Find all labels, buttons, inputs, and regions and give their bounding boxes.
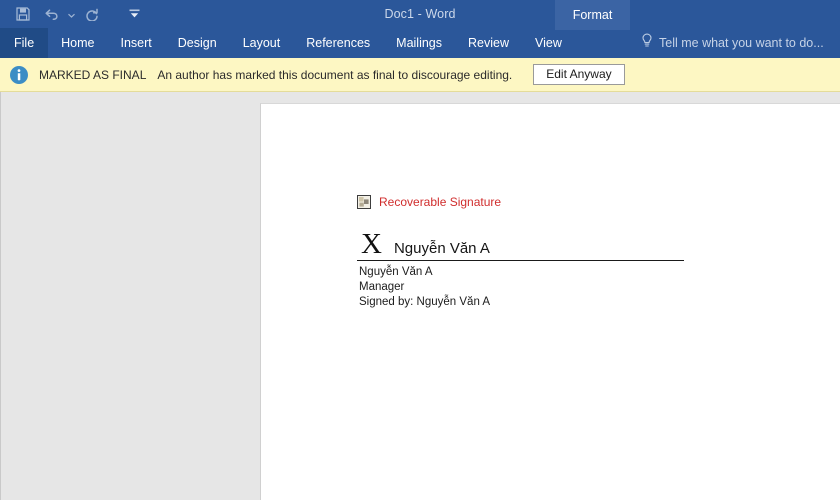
redo-icon	[85, 7, 100, 21]
undo-button[interactable]	[38, 2, 64, 26]
marked-as-final-title: MARKED AS FINAL	[39, 68, 146, 82]
signature-line: X Nguyễn Văn A	[357, 229, 684, 261]
signature-detail-title: Manager	[359, 280, 687, 295]
quick-access-toolbar	[10, 0, 147, 28]
redo-button[interactable]	[79, 2, 105, 26]
edit-anyway-button[interactable]: Edit Anyway	[533, 64, 624, 85]
document-page[interactable]: Recoverable Signature X Nguyễn Văn A Ngu…	[260, 103, 840, 500]
tell-me-placeholder: Tell me what you want to do...	[659, 36, 824, 50]
save-icon	[16, 7, 30, 21]
broken-image-icon	[357, 195, 371, 209]
tab-insert[interactable]: Insert	[108, 28, 165, 58]
undo-dropdown-button[interactable]	[66, 2, 77, 26]
tab-references[interactable]: References	[293, 28, 383, 58]
word-application-window: Doc1 - Word Picture Tools File Home Inse…	[0, 0, 840, 500]
tab-view[interactable]: View	[522, 28, 575, 58]
chevron-down-icon	[68, 5, 75, 23]
tab-layout[interactable]: Layout	[230, 28, 294, 58]
marked-as-final-message: An author has marked this document as fi…	[157, 68, 512, 82]
tab-mailings[interactable]: Mailings	[383, 28, 455, 58]
title-bar: Doc1 - Word	[0, 0, 840, 28]
signature-details: Nguyễn Văn A Manager Signed by: Nguyễn V…	[357, 265, 687, 310]
signature-detail-name: Nguyễn Văn A	[359, 265, 687, 280]
customize-quick-access-toolbar-button[interactable]	[121, 2, 147, 26]
save-button[interactable]	[10, 2, 36, 26]
marked-as-final-bar: MARKED AS FINAL An author has marked thi…	[0, 58, 840, 92]
lightbulb-icon	[641, 33, 653, 53]
ribbon-tabs: File Home Insert Design Layout Reference…	[0, 28, 575, 58]
customize-qat-icon	[128, 8, 141, 20]
recoverable-signature-label: Recoverable Signature	[379, 195, 501, 209]
tab-file[interactable]: File	[0, 28, 48, 58]
tab-review[interactable]: Review	[455, 28, 522, 58]
signature-signer-name: Nguyễn Văn A	[394, 239, 490, 259]
info-icon	[9, 65, 29, 85]
tab-format[interactable]: Format	[555, 0, 630, 30]
signature-detail-signed-by: Signed by: Nguyễn Văn A	[359, 295, 687, 310]
tab-design[interactable]: Design	[165, 28, 230, 58]
tell-me-search[interactable]: Tell me what you want to do...	[641, 28, 824, 58]
recoverable-signature-flag[interactable]: Recoverable Signature	[357, 195, 501, 209]
signature-block[interactable]: X Nguyễn Văn A Nguyễn Văn A Manager Sign…	[357, 229, 687, 310]
tab-home[interactable]: Home	[48, 28, 107, 58]
undo-icon	[44, 7, 59, 21]
signature-x-mark: X	[357, 229, 382, 259]
